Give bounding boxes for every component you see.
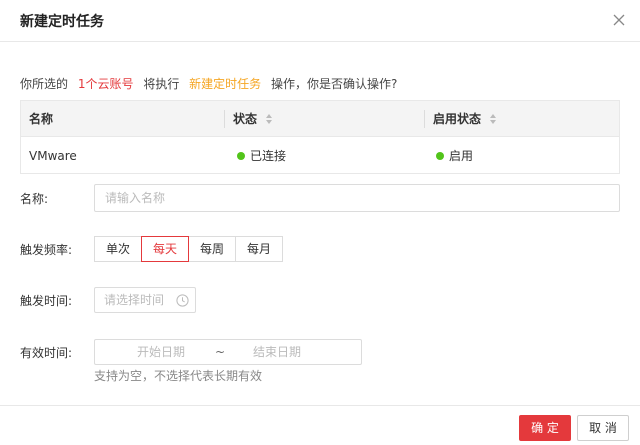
valid-time-hint: 支持为空，不选择代表长期有效 bbox=[94, 369, 263, 383]
sort-icon[interactable] bbox=[489, 113, 497, 125]
column-header-name: 名称 bbox=[29, 112, 54, 126]
column-header-enabled[interactable]: 启用状态 bbox=[425, 101, 619, 137]
confirm-prefix: 你所选的 bbox=[20, 77, 69, 91]
dialog-header: 新建定时任务 bbox=[0, 0, 640, 42]
frequency-option-weekly[interactable]: 每周 bbox=[188, 236, 236, 262]
trigger-time-label: 触发时间: bbox=[20, 294, 73, 308]
close-icon[interactable] bbox=[610, 11, 628, 29]
cancel-button[interactable]: 取 消 bbox=[577, 415, 629, 441]
column-header-status[interactable]: 状态 bbox=[225, 101, 425, 137]
frequency-option-monthly[interactable]: 每月 bbox=[235, 236, 283, 262]
name-input[interactable] bbox=[94, 184, 620, 212]
selected-account-count: 1个云账号 bbox=[77, 77, 134, 91]
end-date-placeholder[interactable]: 结束日期 bbox=[253, 340, 301, 364]
time-placeholder: 请选择时间 bbox=[104, 293, 165, 307]
range-separator: ~ bbox=[215, 345, 226, 359]
start-date-placeholder[interactable]: 开始日期 bbox=[137, 340, 185, 364]
clock-icon bbox=[176, 294, 189, 307]
frequency-label: 触发频率: bbox=[20, 243, 73, 257]
dialog-footer: 确 定 取 消 bbox=[0, 405, 640, 445]
confirm-button[interactable]: 确 定 bbox=[519, 415, 571, 441]
dialog-title: 新建定时任务 bbox=[20, 14, 104, 30]
valid-time-label: 有效时间: bbox=[20, 346, 73, 360]
confirm-message: 你所选的 1个云账号 将执行 新建定时任务 操作，你是否确认操作? bbox=[20, 75, 397, 92]
frequency-selector: 单次 每天 每周 每月 bbox=[94, 236, 283, 262]
confirm-suffix: 操作，你是否确认操作? bbox=[271, 77, 398, 91]
confirm-middle: 将执行 bbox=[143, 77, 180, 91]
account-table: 名称 状态 启用状态 VMware 已连接 启用 bbox=[20, 100, 620, 174]
frequency-option-once[interactable]: 单次 bbox=[94, 236, 142, 262]
frequency-option-daily[interactable]: 每天 bbox=[141, 236, 189, 262]
trigger-time-picker[interactable]: 请选择时间 bbox=[94, 287, 196, 313]
connected-status-dot-icon bbox=[237, 151, 245, 160]
table-header: 名称 状态 启用状态 bbox=[21, 101, 619, 137]
valid-date-range-picker[interactable]: 开始日期 ~ 结束日期 bbox=[94, 339, 362, 365]
sort-icon[interactable] bbox=[265, 113, 273, 125]
enabled-status-dot-icon bbox=[436, 151, 444, 160]
row-name: VMware bbox=[29, 149, 77, 163]
create-scheduled-task-dialog: 新建定时任务 你所选的 1个云账号 将执行 新建定时任务 操作，你是否确认操作?… bbox=[0, 0, 640, 445]
table-row: VMware 已连接 启用 bbox=[21, 138, 619, 174]
confirm-action: 新建定时任务 bbox=[189, 77, 262, 91]
row-enabled: 启用 bbox=[428, 138, 619, 174]
row-status: 已连接 bbox=[229, 138, 425, 174]
name-label: 名称: bbox=[20, 192, 49, 206]
